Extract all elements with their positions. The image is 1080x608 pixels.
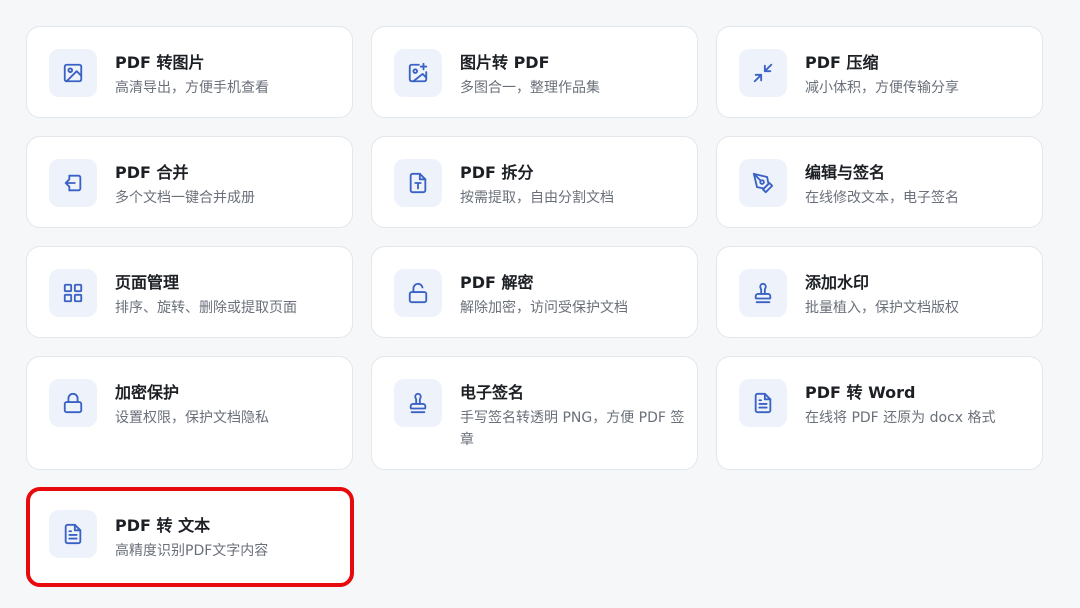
card-description: 解除加密，访问受保护文档 — [460, 300, 628, 316]
image-add-icon — [394, 49, 442, 97]
card-pdf-merge[interactable]: PDF 合并 多个文档一键合并成册 — [26, 136, 353, 228]
card-description: 批量植入，保护文档版权 — [805, 300, 959, 316]
card-title: PDF 转 文本 — [115, 516, 211, 535]
card-pdf-to-text[interactable]: PDF 转 文本 高精度识别PDF文字内容 — [26, 487, 354, 587]
unlock-icon — [394, 269, 442, 317]
card-title: PDF 转 Word — [805, 383, 916, 402]
grid-icon — [49, 269, 97, 317]
card-title: 加密保护 — [115, 383, 180, 402]
card-title: 编辑与签名 — [805, 163, 886, 182]
card-description: 多个文档一键合并成册 — [115, 190, 255, 206]
card-add-watermark[interactable]: 添加水印 批量植入，保护文档版权 — [716, 246, 1043, 338]
merge-icon — [49, 159, 97, 207]
card-title: PDF 解密 — [460, 273, 534, 292]
card-encrypt-protect[interactable]: 加密保护 设置权限，保护文档隐私 — [26, 356, 353, 470]
card-description: 高精度识别PDF文字内容 — [115, 543, 269, 559]
card-pdf-to-image[interactable]: PDF 转图片 高清导出，方便手机查看 — [26, 26, 353, 118]
card-description: 在线将 PDF 还原为 docx 格式 — [805, 410, 996, 426]
card-image-to-pdf[interactable]: 图片转 PDF 多图合一，整理作品集 — [371, 26, 698, 118]
card-description: 高清导出，方便手机查看 — [115, 80, 269, 96]
card-title: 电子签名 — [460, 383, 525, 402]
card-description: 按需提取，自由分割文档 — [460, 190, 614, 206]
compress-icon — [739, 49, 787, 97]
card-page-manage[interactable]: 页面管理 排序、旋转、删除或提取页面 — [26, 246, 353, 338]
stamp-icon — [394, 379, 442, 427]
card-title: 图片转 PDF — [460, 53, 550, 72]
card-description: 减小体积，方便传输分享 — [805, 80, 959, 96]
card-description: 排序、旋转、删除或提取页面 — [115, 300, 297, 316]
card-pdf-decrypt[interactable]: PDF 解密 解除加密，访问受保护文档 — [371, 246, 698, 338]
card-title: 页面管理 — [115, 273, 180, 292]
card-title: PDF 拆分 — [460, 163, 534, 182]
card-description: 在线修改文本，电子签名 — [805, 190, 959, 206]
stamp-icon — [739, 269, 787, 317]
card-e-signature[interactable]: 电子签名 手写签名转透明 PNG，方便 PDF 签章 — [371, 356, 698, 470]
card-title: PDF 转图片 — [115, 53, 205, 72]
card-description: 多图合一，整理作品集 — [460, 80, 600, 96]
tool-grid: PDF 转图片 高清导出，方便手机查看 图片转 PDF 多图合一，整理作品集 P… — [0, 0, 1080, 608]
card-pdf-split[interactable]: PDF 拆分 按需提取，自由分割文档 — [371, 136, 698, 228]
card-description: 手写签名转透明 PNG，方便 PDF 签章 — [460, 410, 685, 448]
card-pdf-to-word[interactable]: PDF 转 Word 在线将 PDF 还原为 docx 格式 — [716, 356, 1043, 470]
card-title: PDF 合并 — [115, 163, 189, 182]
card-description: 设置权限，保护文档隐私 — [115, 410, 269, 426]
card-edit-sign[interactable]: 编辑与签名 在线修改文本，电子签名 — [716, 136, 1043, 228]
split-text-icon — [394, 159, 442, 207]
pen-icon — [739, 159, 787, 207]
document-icon — [49, 510, 97, 558]
document-icon — [739, 379, 787, 427]
lock-icon — [49, 379, 97, 427]
card-title: PDF 压缩 — [805, 53, 879, 72]
image-icon — [49, 49, 97, 97]
card-pdf-compress[interactable]: PDF 压缩 减小体积，方便传输分享 — [716, 26, 1043, 118]
card-title: 添加水印 — [805, 273, 870, 292]
